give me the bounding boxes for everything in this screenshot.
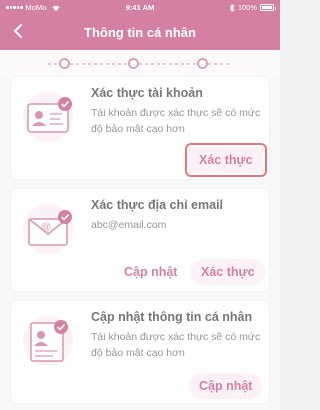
email-illustration: @: [23, 204, 73, 254]
card-description: Tài khoản được xác thực sẽ có mức độ bảo…: [91, 331, 261, 359]
step-1-dot: [59, 58, 70, 69]
step-connector: [208, 63, 232, 65]
step-connector: [139, 63, 197, 65]
nav-bar: Thông tin cá nhân: [0, 14, 280, 50]
verify-account-button[interactable]: Xác thực: [185, 143, 267, 177]
battery-percent: 100%: [237, 3, 257, 12]
profile-document-illustration: [23, 316, 73, 366]
step-connector: [70, 63, 128, 65]
id-card-illustration: [23, 92, 73, 142]
card-verify-account: Xác thực tài khoản Tài khoản được xác th…: [10, 76, 270, 180]
battery-icon: [260, 4, 276, 11]
card-update-info: Cập nhật thông tin cá nhân Tài khoản đượ…: [10, 300, 270, 404]
card-description: Tài khoản được xác thực sẽ có mức độ bảo…: [91, 107, 261, 135]
svg-text:@: @: [41, 222, 51, 233]
card-title: Cập nhật thông tin cá nhân: [91, 310, 253, 324]
card-title: Xác thực tài khoản: [91, 86, 203, 100]
email-address: abc@email.com: [91, 219, 167, 231]
status-bar: MoMo 9:41 AM 100%: [0, 0, 280, 14]
card-title: Xác thực địa chỉ email: [91, 198, 224, 212]
progress-stepper: [0, 50, 280, 78]
update-info-button[interactable]: Cập nhật: [189, 373, 263, 399]
bluetooth-icon: [229, 3, 235, 12]
step-3-dot: [197, 58, 208, 69]
page-title: Thông tin cá nhân: [84, 25, 196, 40]
status-right: 100%: [229, 3, 276, 12]
card-verify-email: @ Xác thực địa chỉ email abc@email.com C…: [10, 188, 270, 292]
step-2-dot: [128, 58, 139, 69]
update-email-button[interactable]: Cập nhật: [124, 259, 177, 285]
verify-email-button[interactable]: Xác thực: [191, 259, 265, 285]
